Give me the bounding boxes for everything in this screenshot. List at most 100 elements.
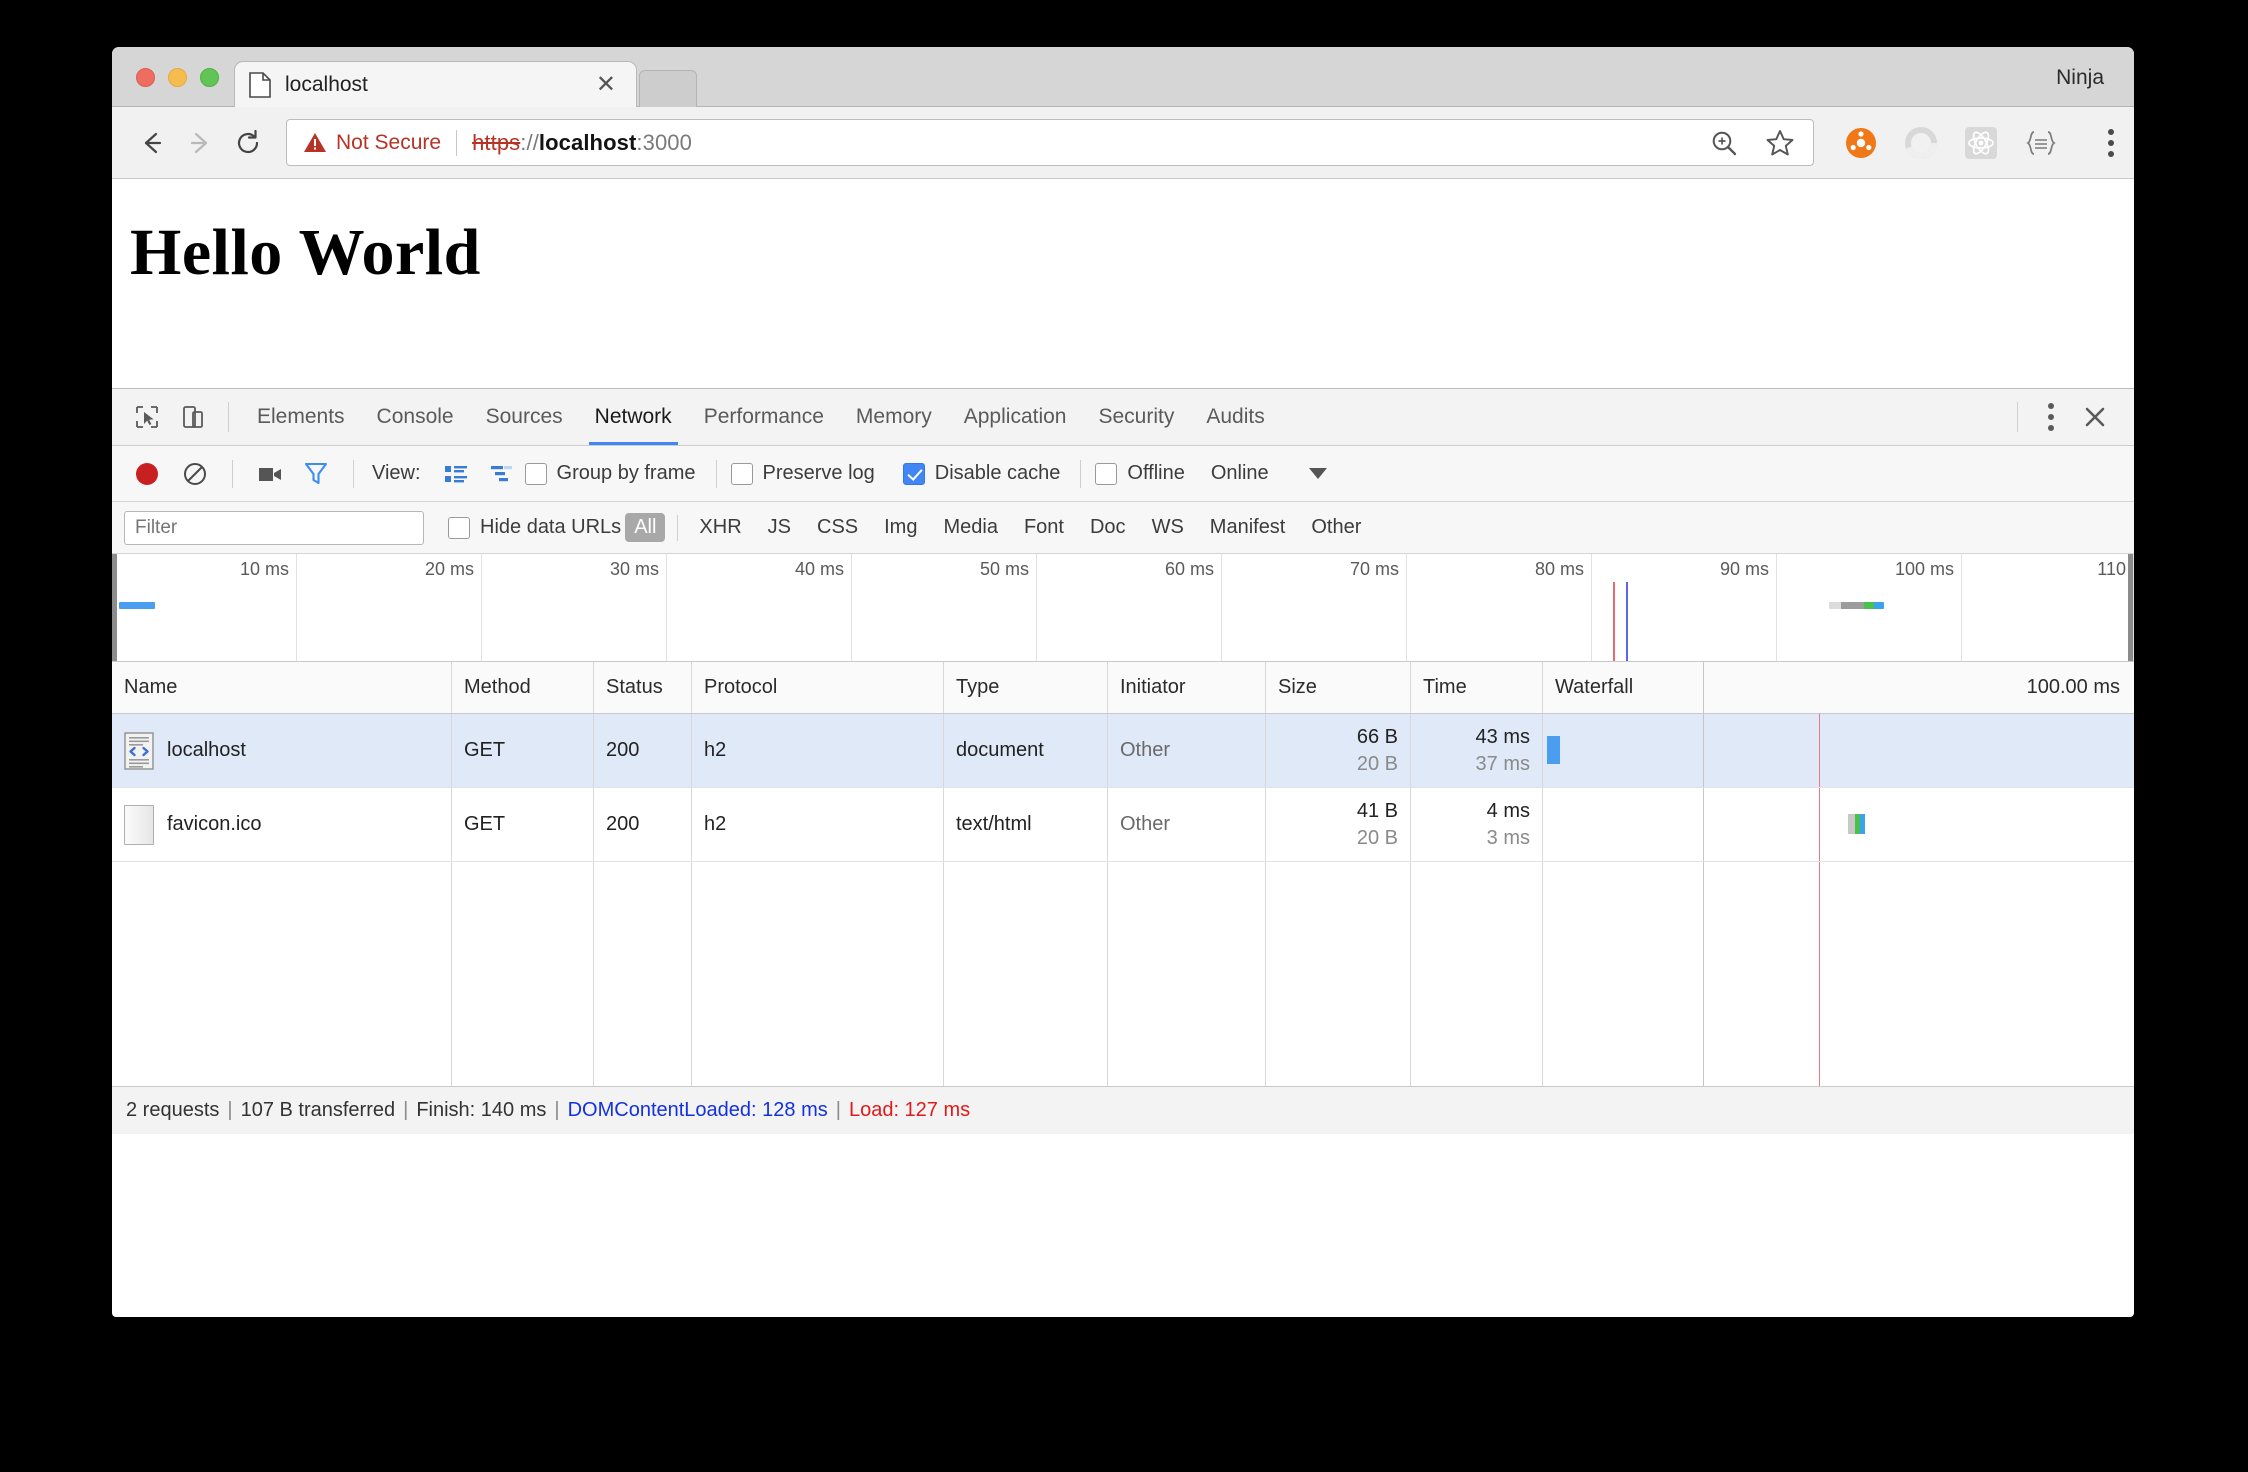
column-header-name[interactable]: Name	[112, 662, 452, 713]
filter-type-doc[interactable]: Doc	[1081, 513, 1135, 542]
size-value: 41 B	[1357, 798, 1398, 825]
table-header-row: Name Method Status Protocol Type Initiat…	[112, 662, 2134, 714]
warning-triangle-icon	[303, 132, 327, 153]
waterfall-gridline	[1703, 714, 1704, 787]
column-header-status[interactable]: Status	[594, 662, 692, 713]
address-bar[interactable]: Not Secure https://localhost:3000	[286, 119, 1814, 166]
filter-type-xhr[interactable]: XHR	[690, 513, 750, 542]
inspect-cursor-icon[interactable]	[124, 394, 170, 440]
column-header-initiator[interactable]: Initiator	[1108, 662, 1266, 713]
react-atom-extension-icon[interactable]	[1964, 126, 1998, 160]
blank-file-icon	[124, 805, 154, 845]
throttling-value[interactable]: Online	[1211, 462, 1269, 485]
column-header-protocol[interactable]: Protocol	[692, 662, 944, 713]
preserve-log-checkbox[interactable]: Preserve log	[731, 462, 875, 485]
tab-elements[interactable]: Elements	[241, 389, 361, 445]
column-header-size[interactable]: Size	[1266, 662, 1411, 713]
browser-menu-icon[interactable]	[2108, 129, 2114, 157]
tab-performance[interactable]: Performance	[688, 389, 840, 445]
camera-icon[interactable]	[247, 451, 293, 497]
checkbox-box[interactable]	[731, 463, 753, 485]
tab-memory[interactable]: Memory	[840, 389, 948, 445]
waterfall-bar-stalled	[1848, 814, 1855, 834]
filter-divider	[677, 515, 678, 541]
overview-tick: 20 ms	[297, 554, 482, 661]
star-icon[interactable]	[1763, 126, 1797, 160]
device-toolbar-icon[interactable]	[170, 394, 216, 440]
filter-input[interactable]	[124, 511, 424, 545]
tab-audits[interactable]: Audits	[1190, 389, 1280, 445]
hide-data-urls-checkbox[interactable]: Hide data URLs	[448, 516, 621, 539]
funnel-icon[interactable]	[293, 451, 339, 497]
overview-request-bar	[119, 602, 155, 609]
hide-data-urls-label: Hide data URLs	[480, 516, 621, 539]
filter-type-manifest[interactable]: Manifest	[1201, 513, 1295, 542]
cell-protocol: h2	[692, 788, 944, 861]
reload-icon[interactable]	[224, 119, 272, 167]
filter-type-font[interactable]: Font	[1015, 513, 1073, 542]
column-header-method[interactable]: Method	[452, 662, 594, 713]
filter-type-other[interactable]: Other	[1302, 513, 1370, 542]
maximize-window-button[interactable]	[200, 68, 219, 87]
group-by-frame-checkbox[interactable]: Group by frame	[525, 462, 696, 485]
status-separator: |	[554, 1099, 559, 1122]
orange-circle-extension-icon[interactable]	[1844, 126, 1878, 160]
dom-content-loaded-line	[1626, 582, 1628, 661]
document-code-icon	[124, 732, 154, 770]
devtools-menu-icon[interactable]	[2030, 403, 2072, 431]
column-header-type[interactable]: Type	[944, 662, 1108, 713]
checkbox-box[interactable]	[903, 463, 925, 485]
checkbox-box[interactable]	[1095, 463, 1117, 485]
network-overview-timeline[interactable]: 10 ms 20 ms 30 ms 40 ms 50 ms 60 ms 70 m…	[112, 554, 2134, 662]
column-header-waterfall[interactable]: Waterfall 100.00 ms	[1543, 662, 2134, 713]
close-icon[interactable]	[2072, 394, 2118, 440]
list-view-icon[interactable]	[433, 451, 479, 497]
tab-console[interactable]: Console	[361, 389, 470, 445]
security-status[interactable]: Not Secure	[303, 131, 441, 155]
tab-sources[interactable]: Sources	[470, 389, 579, 445]
overview-tick: 80 ms	[1407, 554, 1592, 661]
offline-checkbox[interactable]: Offline	[1095, 462, 1184, 485]
zoom-in-icon[interactable]	[1707, 126, 1741, 160]
braces-extension-icon[interactable]	[2024, 126, 2058, 160]
cell-method: GET	[452, 788, 594, 861]
gray-ring-extension-icon[interactable]	[1904, 126, 1938, 160]
table-row[interactable]: localhost GET 200 h2 document Other 66 B…	[112, 714, 2134, 788]
disable-cache-checkbox[interactable]: Disable cache	[903, 462, 1061, 485]
column-header-time[interactable]: Time	[1411, 662, 1543, 713]
cell-type: text/html	[944, 788, 1108, 861]
minimize-window-button[interactable]	[168, 68, 187, 87]
table-row[interactable]: favicon.ico GET 200 h2 text/html Other 4…	[112, 788, 2134, 862]
tab-security[interactable]: Security	[1082, 389, 1190, 445]
tab-application[interactable]: Application	[948, 389, 1083, 445]
preserve-log-label: Preserve log	[763, 462, 875, 485]
cell-status: 200	[594, 788, 692, 861]
table-empty-area	[112, 862, 2134, 1086]
filter-type-css[interactable]: CSS	[808, 513, 867, 542]
clear-icon[interactable]	[172, 451, 218, 497]
filter-type-media[interactable]: Media	[934, 513, 1006, 542]
waterfall-view-icon[interactable]	[479, 451, 525, 497]
filter-type-js[interactable]: JS	[759, 513, 800, 542]
filter-type-img[interactable]: Img	[875, 513, 926, 542]
cell-name[interactable]: favicon.ico	[112, 788, 452, 861]
browser-tab[interactable]: localhost ✕	[234, 61, 637, 107]
close-window-button[interactable]	[136, 68, 155, 87]
close-icon[interactable]: ✕	[590, 71, 622, 99]
checkbox-box[interactable]	[448, 517, 470, 539]
load-event-line	[1819, 714, 1820, 787]
waterfall-gridline	[1703, 788, 1704, 861]
filter-type-ws[interactable]: WS	[1143, 513, 1193, 542]
title-bar: localhost ✕ Ninja	[112, 47, 2134, 107]
cell-waterfall	[1543, 714, 2134, 787]
checkbox-box[interactable]	[525, 463, 547, 485]
page-viewport: Hello World	[112, 179, 2134, 388]
cell-name[interactable]: localhost	[112, 714, 452, 787]
profile-name[interactable]: Ninja	[2056, 66, 2104, 90]
new-tab-button[interactable]	[639, 70, 697, 107]
filter-type-all[interactable]: All	[625, 513, 665, 542]
record-button[interactable]	[136, 463, 158, 485]
tab-network[interactable]: Network	[579, 389, 688, 445]
chevron-down-icon[interactable]	[1309, 468, 1327, 479]
back-arrow-icon[interactable]	[128, 119, 176, 167]
